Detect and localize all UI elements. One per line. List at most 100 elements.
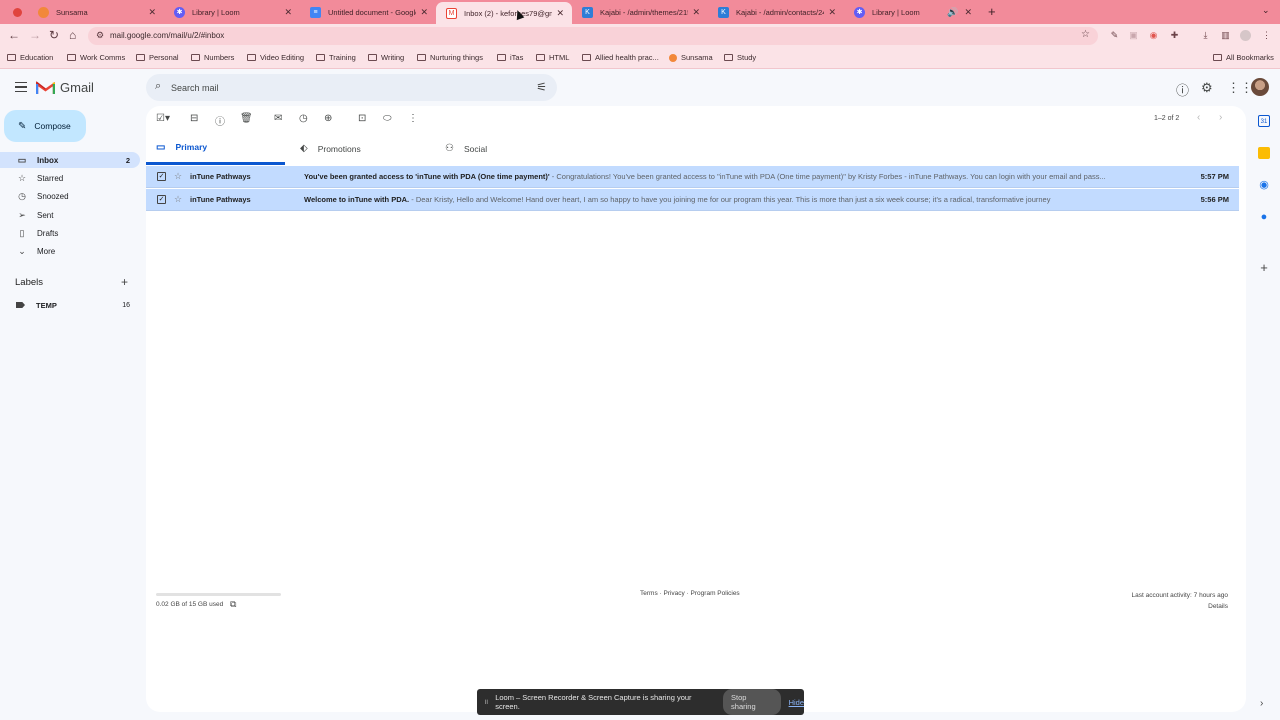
extension-grey-icon[interactable]: ▣ — [1128, 30, 1139, 41]
browser-tab-google-docs[interactable]: ≡ Untitled document - Google D ✕ — [300, 2, 436, 22]
tab-promotions[interactable]: ⬖ Promotions — [300, 132, 439, 165]
site-info-icon[interactable]: ⚙ — [96, 30, 104, 41]
get-addons-icon[interactable]: + — [1258, 261, 1270, 274]
compose-button[interactable]: ✎ Compose — [4, 110, 86, 142]
archive-icon[interactable]: ⊟ — [190, 113, 198, 124]
browser-tab-gmail[interactable]: M Inbox (2) - keforbes79@gmai ✕ — [436, 2, 572, 24]
browser-tab-loom-2[interactable]: ✱ Library | Loom 🔊 ✕ — [844, 2, 980, 22]
bookmark-star-icon[interactable]: ☆ — [1081, 29, 1090, 40]
window-close-button[interactable] — [13, 8, 22, 17]
drag-handle-icon[interactable]: ॥ — [484, 698, 488, 707]
calendar-icon[interactable]: 31 — [1258, 115, 1270, 127]
hide-link[interactable]: Hide — [789, 698, 804, 707]
star-icon[interactable]: ☆ — [174, 171, 182, 182]
speaker-icon[interactable]: 🔊 — [947, 7, 958, 18]
row-checkbox[interactable]: ✓ — [157, 172, 166, 181]
details-link[interactable]: Details — [1132, 601, 1228, 612]
download-icon[interactable]: ⤓ — [1200, 30, 1211, 41]
tab-close-icon[interactable]: ✕ — [828, 7, 836, 18]
bookmark-sunsama[interactable]: Sunsama — [669, 53, 713, 62]
open-external-icon[interactable]: ⧉ — [230, 599, 236, 610]
nav-snoozed[interactable]: ◷ Snoozed — [0, 188, 140, 204]
nav-starred[interactable]: ☆ Starred — [0, 170, 140, 186]
forward-button[interactable]: → — [29, 28, 41, 42]
email-row[interactable]: ✓ ☆ inTune Pathways Welcome to inTune wi… — [146, 189, 1239, 211]
label-icon[interactable]: ⬭ — [383, 113, 392, 124]
keep-icon[interactable] — [1258, 147, 1270, 159]
back-button[interactable]: ← — [8, 28, 20, 42]
add-to-tasks-icon[interactable]: ⊕ — [324, 113, 332, 124]
apps-grid-icon[interactable]: ⋮⋮ — [1227, 80, 1253, 96]
main-menu-icon[interactable] — [15, 82, 27, 92]
browser-tab-kajabi-contacts[interactable]: K Kajabi - /admin/contacts/244 ✕ — [708, 2, 844, 22]
search-options-icon[interactable]: ⚟ — [536, 80, 547, 94]
account-avatar[interactable] — [1251, 78, 1269, 96]
bookmark-video-editing[interactable]: Video Editing — [247, 53, 304, 62]
side-panel-icon[interactable]: ▥ — [1220, 30, 1231, 41]
stop-sharing-button[interactable]: Stop sharing — [723, 689, 781, 715]
bookmark-html[interactable]: HTML — [536, 53, 569, 62]
new-tab-button[interactable]: + — [988, 4, 996, 19]
snooze-icon[interactable]: ◷ — [299, 113, 308, 124]
tab-close-icon[interactable]: ✕ — [420, 7, 428, 18]
row-checkbox[interactable]: ✓ — [157, 195, 166, 204]
browser-tab-kajabi-themes[interactable]: K Kajabi - /admin/themes/2156 ✕ — [572, 2, 708, 22]
tasks-icon[interactable]: ◉ — [1258, 179, 1270, 191]
tab-close-icon[interactable]: ✕ — [148, 7, 156, 18]
older-page-icon[interactable]: › — [1219, 112, 1222, 123]
tab-close-icon[interactable]: ✕ — [284, 7, 292, 18]
address-bar[interactable]: ⚙ mail.google.com/mail/u/2/#inbox ☆ — [88, 27, 1098, 45]
bookmark-numbers[interactable]: Numbers — [191, 53, 234, 62]
gmail-logo[interactable]: Gmail — [36, 80, 94, 95]
all-bookmarks[interactable]: All Bookmarks — [1213, 53, 1274, 62]
report-spam-icon[interactable]: ⓘ — [215, 113, 225, 128]
tab-primary[interactable]: ▭ Primary — [146, 132, 285, 165]
bookmark-nurturing-things[interactable]: Nurturing things — [417, 53, 483, 62]
more-options-icon[interactable]: ⋮ — [408, 113, 418, 124]
help-icon[interactable]: ⓘ — [1176, 80, 1189, 99]
extension-pen-icon[interactable]: ✎ — [1109, 30, 1120, 41]
tab-close-icon[interactable]: ✕ — [964, 7, 972, 18]
extensions-puzzle-icon[interactable]: ✚ — [1169, 30, 1180, 41]
tab-search-chevron-icon[interactable]: ⌄ — [1262, 5, 1270, 16]
home-button[interactable]: ⌂ — [69, 28, 76, 42]
url-text[interactable]: mail.google.com/mail/u/2/#inbox — [110, 31, 224, 40]
hide-side-panel-icon[interactable]: › — [1260, 698, 1263, 709]
mark-as-read-icon[interactable]: ✉ — [274, 113, 282, 124]
star-icon[interactable]: ☆ — [174, 194, 182, 205]
nav-more[interactable]: ⌄ More — [0, 243, 140, 259]
browser-menu-icon[interactable]: ⋮ — [1261, 30, 1272, 41]
tab-social[interactable]: ⚇ Social — [445, 132, 584, 165]
newer-page-icon[interactable]: ‹ — [1197, 112, 1200, 123]
search-bar[interactable]: ⌕ ⚟ — [146, 74, 557, 101]
bookmark-personal[interactable]: Personal — [136, 53, 179, 62]
search-icon[interactable]: ⌕ — [155, 80, 161, 93]
profile-icon[interactable] — [1240, 30, 1251, 41]
tab-close-icon[interactable]: ✕ — [692, 7, 700, 18]
bookmark-training[interactable]: Training — [316, 53, 356, 62]
select-all-checkbox-icon[interactable]: ☑▾ — [156, 113, 170, 124]
delete-icon[interactable]: 🗑 — [240, 113, 253, 124]
bookmark-allied-health[interactable]: Allied health prac... — [582, 53, 659, 62]
nav-drafts[interactable]: ▯ Drafts — [0, 225, 140, 241]
footer-links[interactable]: Terms · Privacy · Program Policies — [640, 590, 740, 597]
create-label-icon[interactable]: + — [121, 275, 128, 289]
nav-inbox[interactable]: ▭ Inbox 2 — [0, 152, 140, 168]
bookmark-study[interactable]: Study — [724, 53, 756, 62]
bookmark-writing[interactable]: Writing — [368, 53, 404, 62]
tab-close-icon[interactable]: ✕ — [556, 8, 564, 19]
settings-gear-icon[interactable]: ⚙ — [1201, 80, 1213, 96]
label-temp[interactable]: TEMP 16 — [16, 299, 134, 311]
browser-tab-loom[interactable]: ✱ Library | Loom ✕ — [164, 2, 300, 22]
search-input[interactable] — [171, 79, 511, 96]
bookmark-education[interactable]: Education — [7, 53, 53, 62]
nav-sent[interactable]: ➢ Sent — [0, 207, 140, 223]
bookmark-itas[interactable]: iTas — [497, 53, 523, 62]
reload-button[interactable]: ↻ — [49, 28, 59, 42]
extension-record-icon[interactable]: ◉ — [1148, 30, 1159, 41]
move-to-icon[interactable]: ⊡ — [358, 113, 366, 124]
contacts-icon[interactable]: ● — [1258, 211, 1270, 223]
email-row[interactable]: ✓ ☆ inTune Pathways You've been granted … — [146, 166, 1239, 188]
browser-tab-sunsama[interactable]: Sunsama ✕ — [28, 2, 164, 22]
bookmark-work-comms[interactable]: Work Comms — [67, 53, 125, 62]
